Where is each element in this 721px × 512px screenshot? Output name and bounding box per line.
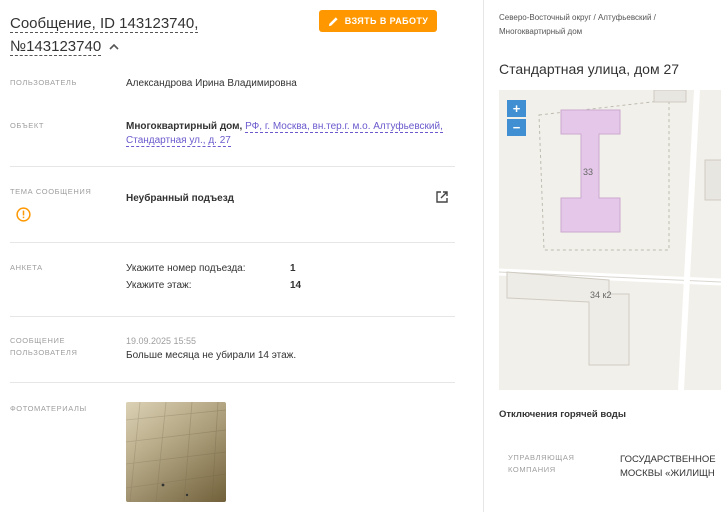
object-label: ОБЪЕКТ: [10, 121, 44, 130]
topic-value: Неубранный подъезд: [126, 193, 235, 204]
user-label: ПОЛЬЗОВАТЕЛЬ: [10, 78, 77, 87]
hot-water-outage-title: Отключения горячей воды: [499, 409, 626, 420]
management-company-value: ГОСУДАРСТВЕННОЕ МОСКВЫ «ЖИЛИЩН: [620, 454, 716, 479]
survey-answer: 14: [290, 280, 302, 291]
pencil-icon: [328, 16, 338, 26]
zoom-out-button[interactable]: −: [507, 119, 526, 136]
message-text: Больше месяца не убирали 14 этаж.: [126, 350, 297, 361]
page-title: Сообщение, ID 143123740, №143123740: [10, 12, 310, 58]
chevron-up-icon[interactable]: [109, 42, 119, 52]
divider: [10, 316, 455, 317]
zoom-in-button[interactable]: +: [507, 100, 526, 117]
survey-question: Укажите этаж:: [126, 280, 192, 291]
map-canvas: [499, 90, 721, 390]
user-message-row: СООБЩЕНИЕ ПОЛЬЗОВАТЕЛЯ 19.09.2025 15:55 …: [10, 334, 455, 366]
divider: [10, 242, 455, 243]
divider: [10, 166, 455, 167]
photos-label: ФОТОМАТЕРИАЛЫ: [10, 404, 87, 413]
object-address-link-1[interactable]: РФ, г. Москва, вн.тер.г. м.о. Алтуфьевск…: [245, 121, 443, 133]
message-panel: Сообщение, ID 143123740, №143123740 ВЗЯТ…: [0, 0, 483, 512]
warning-icon: [16, 207, 31, 222]
survey-label: АНКЕТА: [10, 263, 43, 272]
object-row: ОБЪЕКТ Многоквартирный дом, РФ, г. Москв…: [10, 119, 455, 149]
map[interactable]: + − 33 34 к2: [499, 90, 721, 390]
external-link-icon[interactable]: [435, 190, 449, 204]
building-number: 33: [583, 167, 594, 177]
topic-label: ТЕМА СООБЩЕНИЯ: [10, 187, 92, 196]
address-title: Стандартная улица, дом 27: [499, 61, 680, 77]
message-date: 19.09.2025 15:55: [126, 336, 197, 346]
survey-question: Укажите номер подъезда:: [126, 263, 246, 274]
photo-image: [126, 402, 226, 502]
building-number: 34 к2: [590, 290, 612, 300]
topic-row: ТЕМА СООБЩЕНИЯ Неубранный подъезд: [10, 185, 455, 225]
take-to-work-button[interactable]: ВЗЯТЬ В РАБОТУ: [319, 10, 437, 32]
object-address-link-2[interactable]: Стандартная ул., д. 27: [126, 135, 231, 147]
management-company-label: УПРАВЛЯЮЩАЯ КОМПАНИЯ: [508, 453, 575, 474]
survey-row: АНКЕТА Укажите номер подъезда: 1 Укажите…: [10, 261, 455, 293]
divider: [10, 382, 455, 383]
title-line2: №143123740: [10, 38, 102, 56]
object-type: Многоквартирный дом,: [126, 121, 243, 132]
photos-row: ФОТОМАТЕРИАЛЫ: [10, 402, 455, 502]
take-to-work-label: ВЗЯТЬ В РАБОТУ: [344, 16, 429, 26]
message-label-2: ПОЛЬЗОВАТЕЛЯ: [10, 348, 78, 357]
photo-thumbnail[interactable]: [126, 402, 226, 502]
user-row: ПОЛЬЗОВАТЕЛЬ Александрова Ирина Владимир…: [10, 76, 455, 90]
location-panel: Северо-Восточный округ / Алтуфьевский / …: [484, 0, 721, 512]
title-line1: Сообщение, ID 143123740,: [10, 15, 199, 33]
breadcrumb: Северо-Восточный округ / Алтуфьевский / …: [499, 13, 656, 36]
survey-answer: 1: [290, 263, 296, 274]
user-value: Александрова Ирина Владимировна: [126, 78, 297, 89]
